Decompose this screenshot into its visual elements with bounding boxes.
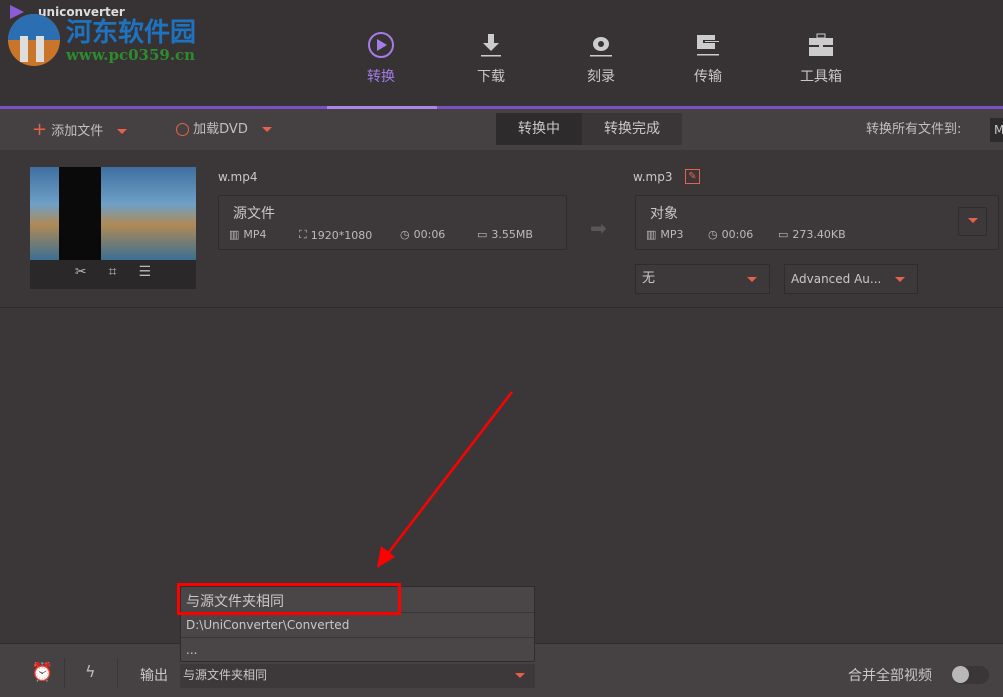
annotation-arrow [377,391,513,568]
